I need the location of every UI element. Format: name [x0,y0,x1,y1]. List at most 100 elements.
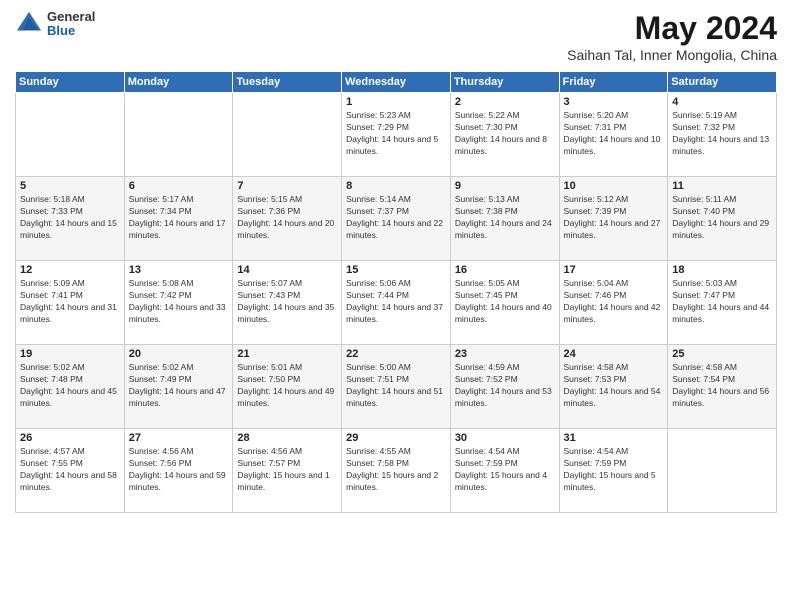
day-number: 14 [237,264,337,276]
header: General Blue May 2024 Saihan Tal, Inner … [15,10,777,63]
day-info: Sunrise: 4:59 AMSunset: 7:52 PMDaylight:… [455,362,555,410]
day-cell: 16 Sunrise: 5:05 AMSunset: 7:45 PMDayligh… [450,261,559,345]
day-number: 16 [455,264,555,276]
day-info: Sunrise: 4:56 AMSunset: 7:56 PMDaylight:… [129,446,229,494]
day-number: 12 [20,264,120,276]
day-cell: 25 Sunrise: 4:58 AMSunset: 7:54 PMDayligh… [668,345,777,429]
day-number: 21 [237,348,337,360]
day-info: Sunrise: 4:58 AMSunset: 7:54 PMDaylight:… [672,362,772,410]
week-row-3: 12 Sunrise: 5:09 AMSunset: 7:41 PMDayligh… [16,261,777,345]
day-cell: 28Sunrise: 4:56 AMSunset: 7:57 PMDayligh… [233,429,342,513]
day-number: 18 [672,264,772,276]
header-cell-saturday: Saturday [668,72,777,93]
header-cell-thursday: Thursday [450,72,559,93]
day-cell: 18Sunrise: 5:03 AMSunset: 7:47 PMDayligh… [668,261,777,345]
day-number: 27 [129,432,229,444]
day-info: Sunrise: 5:07 AMSunset: 7:43 PMDaylight:… [237,278,337,326]
day-number: 4 [672,96,772,108]
day-number: 24 [564,348,664,360]
day-number: 28 [237,432,337,444]
subtitle: Saihan Tal, Inner Mongolia, China [567,47,777,63]
day-number: 8 [346,180,446,192]
day-info: Sunrise: 5:14 AMSunset: 7:37 PMDaylight:… [346,194,446,242]
day-number: 20 [129,348,229,360]
day-cell: 22 Sunrise: 5:00 AMSunset: 7:51 PMDayligh… [342,345,451,429]
header-cell-wednesday: Wednesday [342,72,451,93]
day-cell: 29 Sunrise: 4:55 AMSunset: 7:58 PMDayligh… [342,429,451,513]
day-number: 5 [20,180,120,192]
header-cell-sunday: Sunday [16,72,125,93]
calendar: SundayMondayTuesdayWednesdayThursdayFrid… [15,71,777,513]
day-number: 23 [455,348,555,360]
day-number: 11 [672,180,772,192]
day-cell [668,429,777,513]
logo-icon [15,10,43,38]
header-cell-friday: Friday [559,72,668,93]
day-number: 22 [346,348,446,360]
day-cell: 4Sunrise: 5:19 AMSunset: 7:32 PMDaylight… [668,93,777,177]
day-cell: 6 Sunrise: 5:17 AMSunset: 7:34 PMDaylight… [124,177,233,261]
day-number: 2 [455,96,555,108]
day-info: Sunrise: 5:22 AMSunset: 7:30 PMDaylight:… [455,110,555,158]
day-number: 17 [564,264,664,276]
day-info: Sunrise: 5:17 AMSunset: 7:34 PMDaylight:… [129,194,229,242]
day-cell: 9Sunrise: 5:13 AMSunset: 7:38 PMDaylight… [450,177,559,261]
day-cell: 5 Sunrise: 5:18 AMSunset: 7:33 PMDaylight… [16,177,125,261]
title-block: May 2024 Saihan Tal, Inner Mongolia, Chi… [567,10,777,63]
day-number: 29 [346,432,446,444]
day-cell: 7 Sunrise: 5:15 AMSunset: 7:36 PMDaylight… [233,177,342,261]
day-cell: 30Sunrise: 4:54 AMSunset: 7:59 PMDayligh… [450,429,559,513]
day-info: Sunrise: 4:58 AMSunset: 7:53 PMDaylight:… [564,362,664,410]
logo: General Blue [15,10,95,39]
day-info: Sunrise: 5:06 AMSunset: 7:44 PMDaylight:… [346,278,446,326]
day-info: Sunrise: 4:57 AMSunset: 7:55 PMDaylight:… [20,446,120,494]
calendar-body: 1 Sunrise: 5:23 AMSunset: 7:29 PMDaylight… [16,93,777,513]
day-cell: 23 Sunrise: 4:59 AMSunset: 7:52 PMDayligh… [450,345,559,429]
day-cell: 15 Sunrise: 5:06 AMSunset: 7:44 PMDayligh… [342,261,451,345]
day-number: 15 [346,264,446,276]
logo-text: General Blue [47,10,95,39]
day-info: Sunrise: 4:55 AMSunset: 7:58 PMDaylight:… [346,446,446,494]
header-row: SundayMondayTuesdayWednesdayThursdayFrid… [16,72,777,93]
day-number: 7 [237,180,337,192]
day-cell [233,93,342,177]
day-cell [124,93,233,177]
header-cell-tuesday: Tuesday [233,72,342,93]
day-number: 19 [20,348,120,360]
day-info: Sunrise: 5:02 AMSunset: 7:49 PMDaylight:… [129,362,229,410]
day-number: 10 [564,180,664,192]
day-info: Sunrise: 5:05 AMSunset: 7:45 PMDaylight:… [455,278,555,326]
day-info: Sunrise: 5:00 AMSunset: 7:51 PMDaylight:… [346,362,446,410]
day-info: Sunrise: 5:08 AMSunset: 7:42 PMDaylight:… [129,278,229,326]
day-number: 31 [564,432,664,444]
day-info: Sunrise: 5:04 AMSunset: 7:46 PMDaylight:… [564,278,664,326]
week-row-4: 19Sunrise: 5:02 AMSunset: 7:48 PMDayligh… [16,345,777,429]
day-info: Sunrise: 4:54 AMSunset: 7:59 PMDaylight:… [455,446,555,494]
day-cell: 19Sunrise: 5:02 AMSunset: 7:48 PMDayligh… [16,345,125,429]
day-cell: 3 Sunrise: 5:20 AMSunset: 7:31 PMDaylight… [559,93,668,177]
day-number: 13 [129,264,229,276]
day-cell: 11Sunrise: 5:11 AMSunset: 7:40 PMDayligh… [668,177,777,261]
day-info: Sunrise: 5:18 AMSunset: 7:33 PMDaylight:… [20,194,120,242]
day-cell: 26Sunrise: 4:57 AMSunset: 7:55 PMDayligh… [16,429,125,513]
day-cell: 1 Sunrise: 5:23 AMSunset: 7:29 PMDaylight… [342,93,451,177]
day-info: Sunrise: 5:20 AMSunset: 7:31 PMDaylight:… [564,110,664,158]
day-cell: 10 Sunrise: 5:12 AMSunset: 7:39 PMDayligh… [559,177,668,261]
day-number: 1 [346,96,446,108]
day-info: Sunrise: 5:09 AMSunset: 7:41 PMDaylight:… [20,278,120,326]
calendar-header: SundayMondayTuesdayWednesdayThursdayFrid… [16,72,777,93]
day-number: 6 [129,180,229,192]
week-row-2: 5 Sunrise: 5:18 AMSunset: 7:33 PMDaylight… [16,177,777,261]
day-cell: 17 Sunrise: 5:04 AMSunset: 7:46 PMDayligh… [559,261,668,345]
day-info: Sunrise: 5:23 AMSunset: 7:29 PMDaylight:… [346,110,446,158]
day-info: Sunrise: 5:12 AMSunset: 7:39 PMDaylight:… [564,194,664,242]
header-cell-monday: Monday [124,72,233,93]
logo-general-text: General [47,10,95,24]
day-number: 3 [564,96,664,108]
day-cell: 8 Sunrise: 5:14 AMSunset: 7:37 PMDaylight… [342,177,451,261]
day-info: Sunrise: 5:15 AMSunset: 7:36 PMDaylight:… [237,194,337,242]
day-cell: 24 Sunrise: 4:58 AMSunset: 7:53 PMDayligh… [559,345,668,429]
day-number: 25 [672,348,772,360]
main-title: May 2024 [567,10,777,47]
day-cell: 14 Sunrise: 5:07 AMSunset: 7:43 PMDayligh… [233,261,342,345]
